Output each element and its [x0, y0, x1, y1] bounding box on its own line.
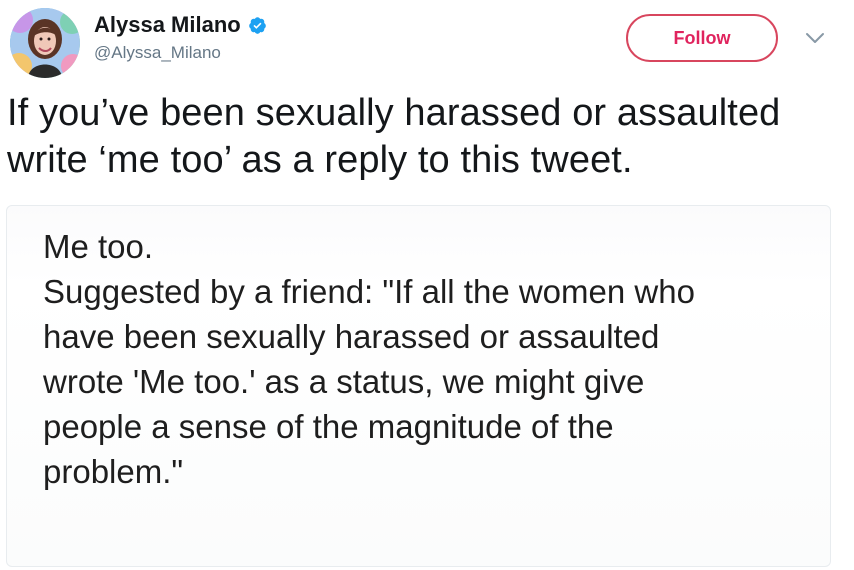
chevron-down-icon[interactable]	[804, 30, 826, 46]
media-quote-line: people a sense of the magnitude of the	[43, 408, 614, 445]
media-quote-line: have been sexually harassed or assaulted	[43, 318, 660, 355]
tweet-card: Alyssa Milano @Alyssa_Milano Follow If y…	[0, 0, 854, 570]
tweet-media-image[interactable]: Me too. Suggested by a friend: "If all t…	[6, 205, 831, 567]
tweet-text-line: write ‘me too’ as a reply to this tweet.	[7, 139, 633, 181]
follow-button[interactable]: Follow	[626, 14, 778, 62]
display-name[interactable]: Alyssa Milano	[94, 10, 241, 40]
media-heading: Me too.	[43, 228, 154, 265]
media-quote-line: problem."	[43, 453, 184, 490]
tweet-text: If you’ve been sexually harassed or assa…	[7, 90, 847, 184]
media-quote-line: wrote 'Me too.' as a status, we might gi…	[43, 363, 645, 400]
tweet-header: Alyssa Milano @Alyssa_Milano Follow	[8, 6, 848, 78]
media-text: Me too. Suggested by a friend: "If all t…	[43, 224, 823, 494]
avatar[interactable]	[10, 8, 80, 78]
author-block: Alyssa Milano @Alyssa_Milano	[94, 10, 267, 65]
verified-badge-icon	[248, 16, 267, 35]
media-quote-line: Suggested by a friend: "If all the women…	[43, 273, 695, 310]
tweet-text-line: If you’ve been sexually harassed or assa…	[7, 92, 781, 134]
user-handle[interactable]: @Alyssa_Milano	[94, 41, 267, 65]
name-line: Alyssa Milano	[94, 10, 267, 40]
